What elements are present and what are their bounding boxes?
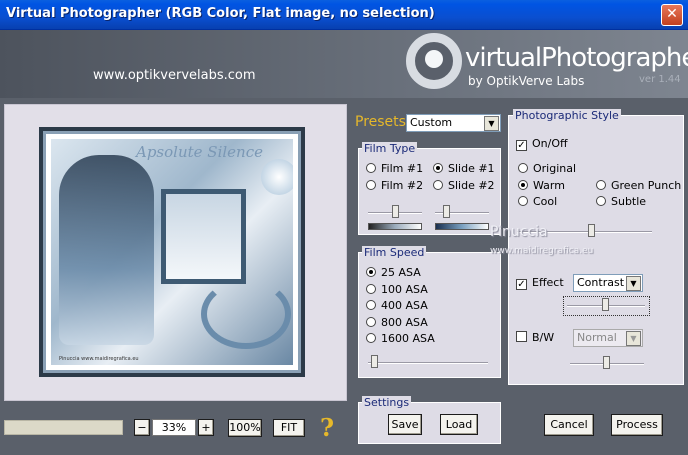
chevron-down-icon[interactable]: ▼ — [626, 276, 641, 291]
zoom-value: 33% — [152, 419, 196, 436]
effect-checkbox[interactable]: ✓ Effect — [516, 276, 564, 290]
artwork-swirl — [201, 279, 291, 349]
radio-icon — [366, 317, 376, 327]
radio-icon — [366, 163, 376, 173]
radio-icon — [433, 180, 443, 190]
header-banner: www.optikvervelabs.com virtualPhotograph… — [0, 30, 688, 98]
radio-selected-icon — [433, 163, 443, 173]
watermark-site: www.maidiregrafica.eu — [490, 246, 594, 256]
artwork-figure — [59, 155, 154, 345]
artwork-title: Apsolute Silence — [136, 143, 263, 161]
progress-bar — [4, 420, 123, 435]
speed-1600-radio[interactable]: 1600 ASA — [366, 332, 435, 345]
speed-25-radio[interactable]: 25 ASA — [366, 266, 421, 279]
bw-dropdown[interactable]: Normal ▼ — [573, 329, 643, 347]
onoff-checkbox[interactable]: ✓ On/Off — [516, 137, 568, 151]
speed-800-radio[interactable]: 800 ASA — [366, 316, 428, 329]
preview-image[interactable]: Apsolute Silence Pinuccia www.maidiregra… — [39, 127, 305, 377]
chevron-down-icon[interactable]: ▼ — [484, 116, 499, 131]
check-icon: ✓ — [516, 140, 527, 151]
chevron-down-icon[interactable]: ▼ — [626, 331, 641, 346]
help-icon[interactable]: ? — [320, 413, 334, 442]
artwork-signature: Pinuccia www.maidiregrafica.eu — [59, 356, 139, 362]
save-button[interactable]: Save — [388, 414, 422, 435]
effect-slider-thumb[interactable] — [602, 298, 609, 311]
website-url[interactable]: www.optikvervelabs.com — [93, 68, 256, 83]
radio-selected-icon — [518, 180, 528, 190]
radio-icon — [366, 180, 376, 190]
presets-dropdown[interactable]: Custom ▼ — [406, 114, 501, 132]
zoom-fit-button[interactable]: FIT — [273, 419, 305, 437]
radio-icon — [366, 300, 376, 310]
radio-icon — [366, 284, 376, 294]
logo-subtitle: by OptikVerve Labs — [468, 74, 585, 88]
checkbox-empty-icon — [516, 331, 527, 342]
effect-value: Contrast — [577, 276, 625, 289]
effect-dropdown[interactable]: Contrast ▼ — [573, 274, 643, 292]
film-speed-slider-thumb[interactable] — [371, 355, 378, 368]
check-icon: ✓ — [516, 279, 527, 290]
film-2-radio[interactable]: Film #2 — [366, 179, 423, 192]
film-type-legend: Film Type — [362, 142, 418, 155]
bw-value: Normal — [577, 331, 617, 344]
bw-checkbox[interactable]: B/W — [516, 331, 554, 344]
style-subtle-radio[interactable]: Subtle — [596, 195, 646, 208]
artwork-frame — [161, 189, 246, 284]
radio-icon — [366, 333, 376, 343]
cancel-button[interactable]: Cancel — [544, 414, 594, 436]
presets-label: Presets — [355, 114, 406, 130]
film-gradient-2 — [435, 223, 489, 230]
film-slider-2-thumb[interactable] — [443, 205, 450, 218]
style-cool-radio[interactable]: Cool — [518, 195, 557, 208]
speed-100-radio[interactable]: 100 ASA — [366, 283, 428, 296]
film-1-radio[interactable]: Film #1 — [366, 162, 423, 175]
settings-legend: Settings — [362, 396, 412, 409]
film-slider-1-thumb[interactable] — [392, 205, 399, 218]
style-warm-radio[interactable]: Warm — [518, 179, 565, 192]
style-original-radio[interactable]: Original — [518, 162, 576, 175]
watermark-name: Pinuccia — [490, 224, 548, 240]
style-green-punch-radio[interactable]: Green Punch — [596, 179, 681, 192]
zoom-in-button[interactable]: + — [198, 419, 214, 436]
radio-selected-icon — [366, 267, 376, 277]
radio-icon — [518, 163, 528, 173]
style-slider-thumb[interactable] — [588, 224, 595, 237]
radio-icon — [596, 180, 606, 190]
logo-title: virtualPhotographer — [465, 43, 688, 73]
film-speed-slider-track[interactable] — [368, 362, 488, 364]
load-button[interactable]: Load — [440, 414, 478, 435]
zoom-100-button[interactable]: 100% — [228, 419, 262, 437]
window-title: Virtual Photographer (RGB Color, Flat im… — [6, 6, 435, 21]
radio-icon — [518, 196, 528, 206]
preview-artwork: Apsolute Silence Pinuccia www.maidiregra… — [51, 139, 293, 365]
version-label: ver 1.44 — [639, 74, 681, 85]
slide-1-radio[interactable]: Slide #1 — [433, 162, 495, 175]
film-speed-legend: Film Speed — [362, 246, 427, 259]
artwork-flower — [261, 159, 293, 195]
process-button[interactable]: Process — [611, 414, 663, 436]
slide-2-radio[interactable]: Slide #2 — [433, 179, 495, 192]
title-bar: Virtual Photographer (RGB Color, Flat im… — [0, 0, 688, 30]
bw-slider-thumb[interactable] — [603, 356, 610, 369]
photographic-style-legend: Photographic Style — [513, 109, 621, 122]
film-gradient-1 — [368, 223, 422, 230]
presets-value: Custom — [410, 116, 453, 129]
speed-400-radio[interactable]: 400 ASA — [366, 299, 428, 312]
radio-icon — [596, 196, 606, 206]
close-button[interactable]: ✕ — [661, 4, 683, 26]
logo-icon — [406, 33, 462, 89]
zoom-out-button[interactable]: − — [134, 419, 150, 436]
